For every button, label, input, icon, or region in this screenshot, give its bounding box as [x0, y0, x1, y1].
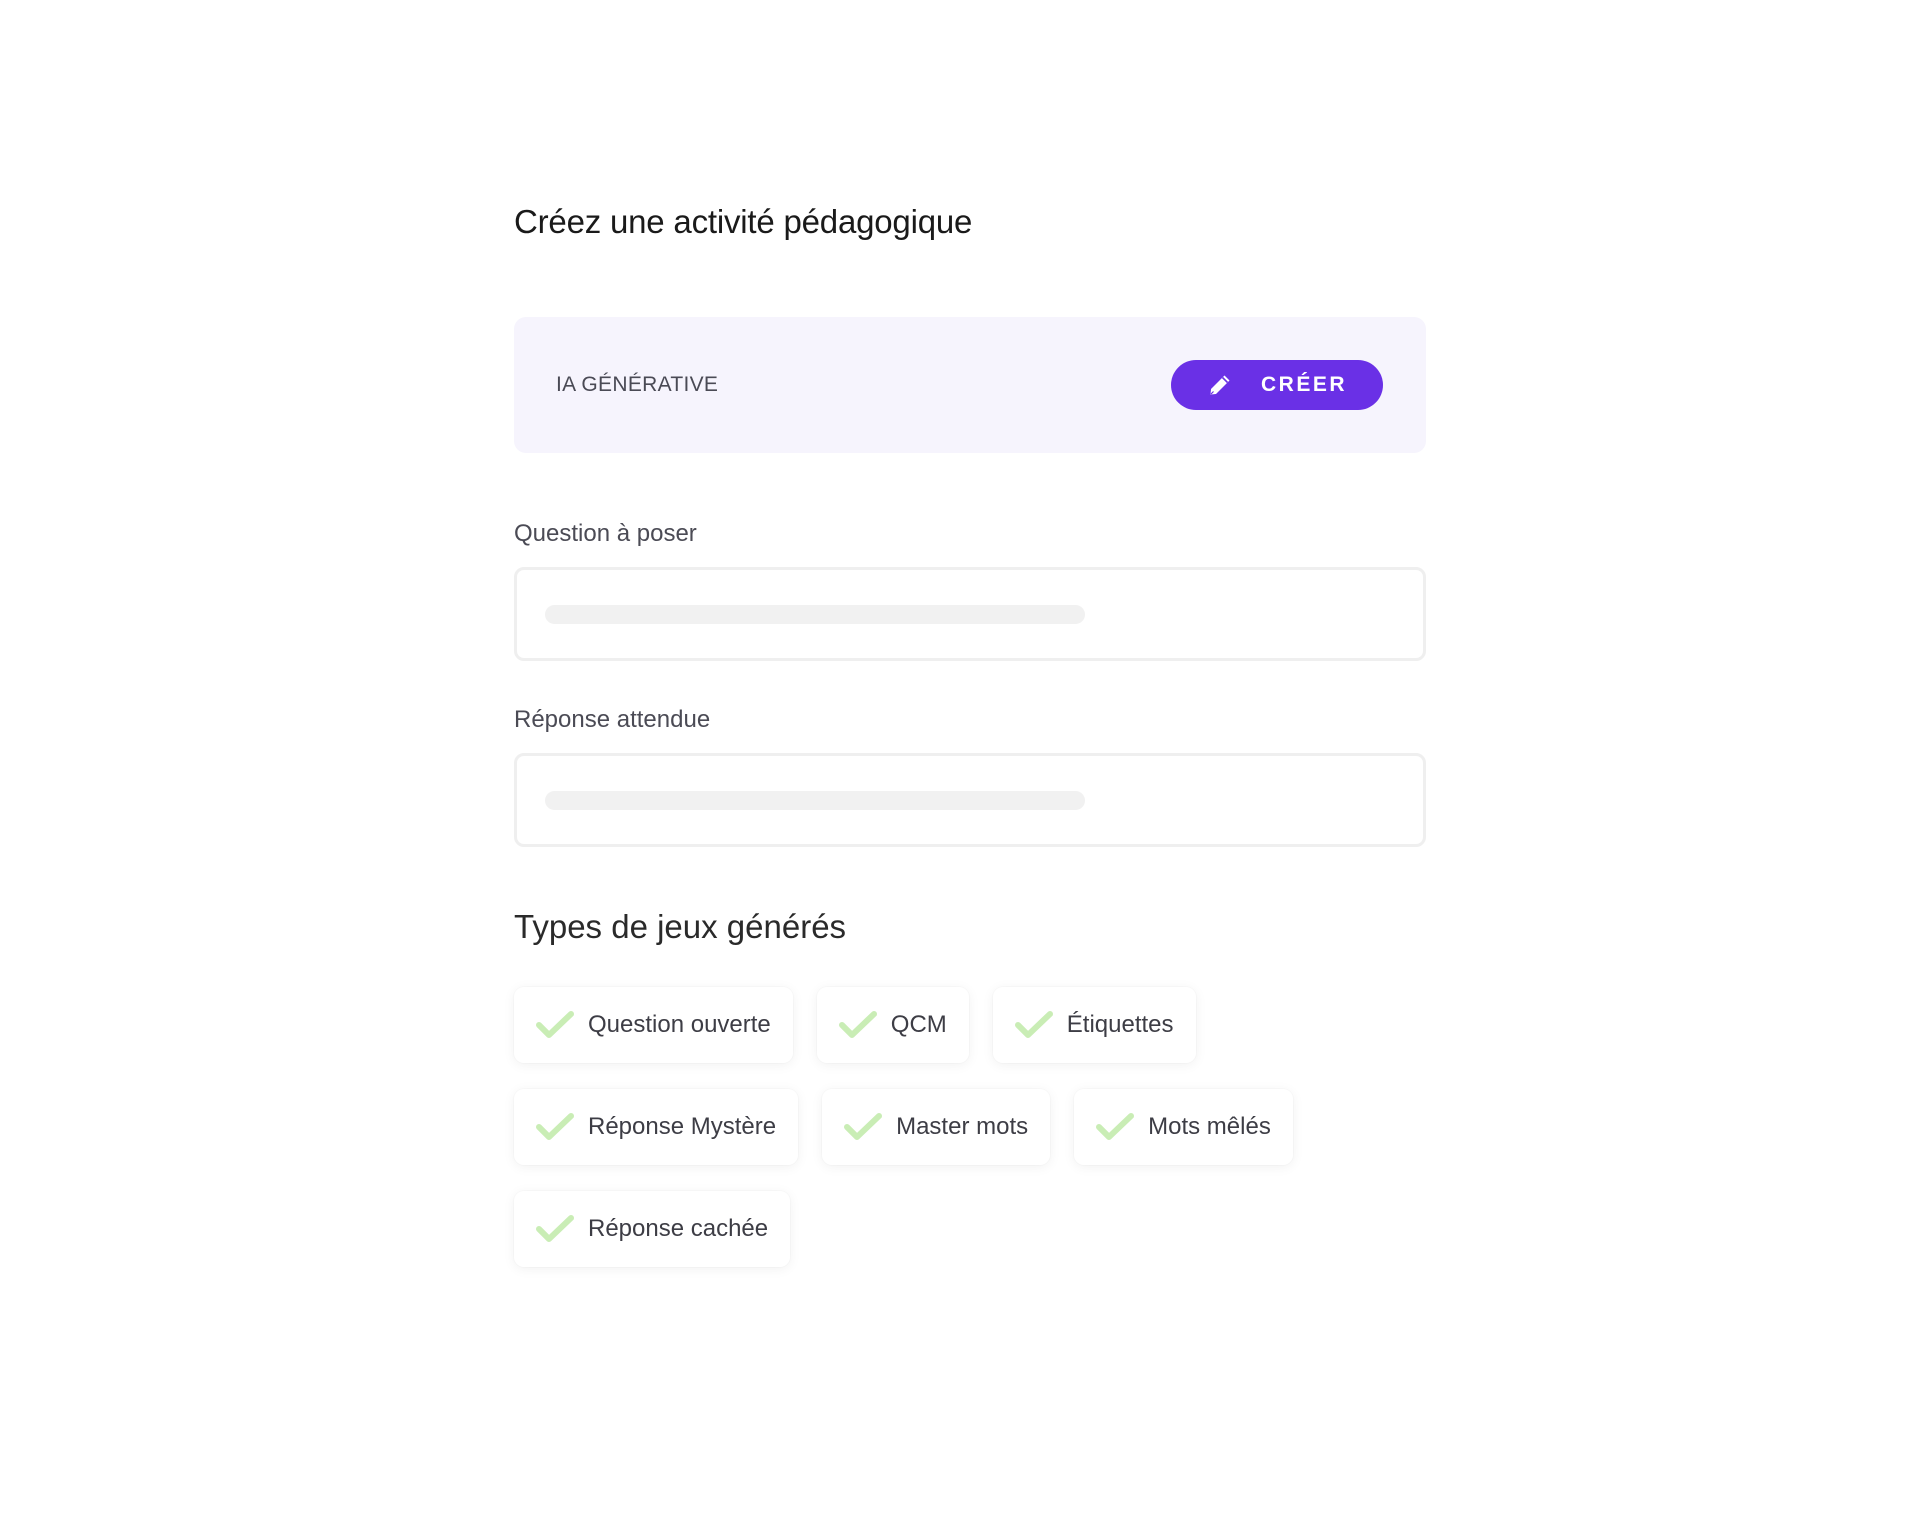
game-type-chip[interactable]: Master mots — [822, 1089, 1051, 1165]
generative-ai-label: IA GÉNÉRATIVE — [556, 373, 719, 396]
check-icon — [838, 1010, 877, 1040]
game-type-chip[interactable]: Réponse Mystère — [514, 1089, 799, 1165]
activity-form: Créez une activité pédagogique IA GÉNÉRA… — [514, 200, 1426, 1267]
check-icon — [536, 1010, 574, 1040]
game-type-label: Réponse cachée — [588, 1215, 769, 1242]
page: Créez une activité pédagogique IA GÉNÉRA… — [0, 0, 1920, 1524]
question-input[interactable] — [514, 567, 1426, 661]
game-types-title: Types de jeux générés — [514, 908, 847, 945]
generative-ai-card: IA GÉNÉRATIVE CRÉER — [514, 317, 1426, 453]
game-types-row: Question ouverte QCM Étiquettes — [514, 987, 1426, 1063]
game-type-chip[interactable]: Étiquettes — [992, 987, 1196, 1063]
check-icon — [1096, 1112, 1135, 1142]
game-types-list: Question ouverte QCM Étiquettes Réponse Mys… — [514, 987, 1426, 1267]
game-type-chip[interactable]: QCM — [816, 987, 969, 1063]
game-type-label: QCM — [890, 1011, 947, 1038]
game-type-chip[interactable]: Réponse cachée — [514, 1191, 791, 1267]
pencil-icon — [1207, 372, 1233, 398]
check-icon — [536, 1112, 574, 1142]
question-label: Question à poser — [514, 520, 697, 547]
answer-input[interactable] — [514, 753, 1426, 847]
create-button[interactable]: CRÉER — [1171, 360, 1383, 410]
create-button-label: CRÉER — [1260, 373, 1347, 396]
game-type-chip[interactable]: Question ouverte — [514, 987, 793, 1063]
check-icon — [844, 1112, 883, 1142]
game-type-label: Réponse Mystère — [588, 1113, 777, 1140]
game-type-label: Étiquettes — [1066, 1011, 1174, 1038]
game-types-row: Réponse cachée — [514, 1191, 1426, 1267]
question-placeholder-bar — [545, 605, 1085, 624]
page-title: Créez une activité pédagogique — [514, 203, 973, 240]
game-type-label: Mots mêlés — [1148, 1113, 1271, 1140]
check-icon — [536, 1214, 574, 1244]
answer-label: Réponse attendue — [514, 706, 711, 733]
game-type-label: Master mots — [896, 1113, 1029, 1140]
game-type-chip[interactable]: Mots mêlés — [1074, 1089, 1293, 1165]
answer-placeholder-bar — [545, 791, 1085, 810]
game-types-row: Réponse Mystère Master mots Mots mêlés — [514, 1089, 1426, 1165]
check-icon — [1014, 1010, 1053, 1040]
game-type-label: Question ouverte — [588, 1011, 771, 1038]
